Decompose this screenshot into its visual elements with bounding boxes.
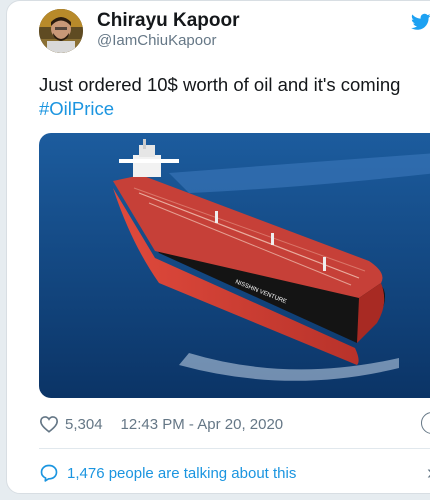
tweet-text: Just ordered 10$ worth of oil and it's c…	[39, 73, 419, 121]
oil-tanker-image: NISSHIN VENTURE	[39, 133, 430, 398]
tweet-body: Just ordered 10$ worth of oil and it's c…	[39, 74, 401, 95]
info-icon[interactable]: i	[421, 412, 430, 434]
tweet-photo[interactable]: NISSHIN VENTURE	[39, 133, 430, 398]
twitter-bird-icon[interactable]	[411, 13, 430, 31]
author-handle[interactable]: @IamChiuKapoor	[97, 32, 216, 49]
divider	[39, 448, 430, 449]
conversation-link[interactable]: 1,476 people are talking about this ›	[39, 459, 430, 487]
tweet-meta-row: 5,304 12:43 PM - Apr 20, 2020 i	[39, 411, 430, 437]
speech-bubble-icon	[40, 464, 58, 482]
talking-label[interactable]: 1,476 people are talking about this	[67, 465, 296, 482]
heart-icon[interactable]	[39, 415, 59, 433]
author-name[interactable]: Chirayu Kapoor	[97, 10, 240, 32]
author-avatar[interactable]	[39, 9, 83, 53]
hashtag-link[interactable]: #OilPrice	[39, 97, 419, 121]
like-count[interactable]: 5,304	[65, 416, 103, 433]
tweet-card: Chirayu Kapoor @IamChiuKapoor Just order…	[6, 0, 430, 494]
tweet-timestamp[interactable]: 12:43 PM - Apr 20, 2020	[121, 416, 284, 433]
